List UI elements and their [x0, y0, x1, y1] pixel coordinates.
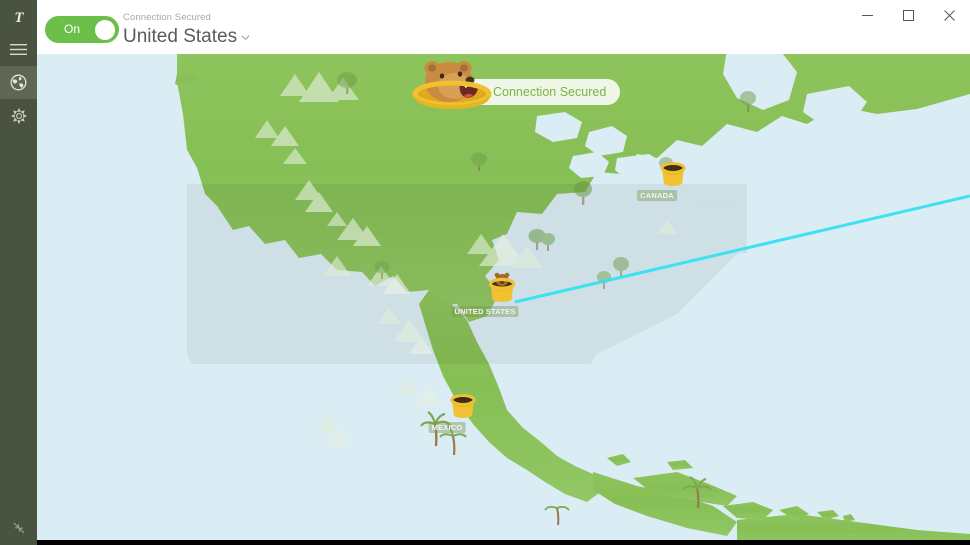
resize-handle[interactable]: [0, 515, 37, 541]
globe-icon: [10, 74, 27, 91]
gear-icon: [10, 108, 27, 124]
maximize-icon: [903, 9, 914, 21]
selected-country: United States: [123, 26, 238, 47]
connection-status-text: Connection Secured: [123, 12, 211, 23]
hamburger-menu-icon: [10, 43, 27, 55]
tunnel-hole-occupied-icon: [488, 272, 516, 302]
marker-label: MEXICO: [428, 422, 466, 433]
menu-button[interactable]: [0, 32, 37, 66]
window-bottom-border: [0, 540, 970, 545]
vpn-toggle[interactable]: On: [45, 16, 119, 43]
toggle-label: On: [64, 22, 81, 36]
title-bar: On Connection Secured United States: [37, 0, 970, 54]
logo-letter: T: [14, 9, 23, 26]
countries-button[interactable]: [0, 66, 37, 99]
resize-collapse-icon: [13, 522, 24, 534]
country-selector[interactable]: United States: [123, 25, 250, 48]
maximize-button[interactable]: [888, 0, 929, 30]
tunnel-hole-icon: [450, 394, 476, 418]
tunnel-hole-icon: [660, 162, 686, 186]
toggle-knob: [95, 19, 115, 40]
bear-in-tunnel-icon: [412, 61, 492, 109]
world-map[interactable]: Connection Secured CANADA UNITED STATES …: [37, 54, 970, 540]
connection-info: Connection Secured United States: [123, 12, 250, 48]
window-controls: [847, 0, 970, 30]
minimize-button[interactable]: [847, 0, 888, 30]
sidebar: T: [0, 0, 37, 545]
tunnelbear-logo: T: [0, 0, 37, 32]
settings-button[interactable]: [0, 99, 37, 133]
close-button[interactable]: [929, 0, 970, 30]
marker-label: UNITED STATES: [451, 306, 519, 317]
minimize-icon: [862, 14, 873, 16]
chevron-down-icon: [241, 35, 250, 40]
tunnelbear-window: T On Connection Secured United States Co…: [0, 0, 970, 545]
close-icon: [944, 9, 955, 21]
marker-label: CANADA: [637, 190, 677, 201]
